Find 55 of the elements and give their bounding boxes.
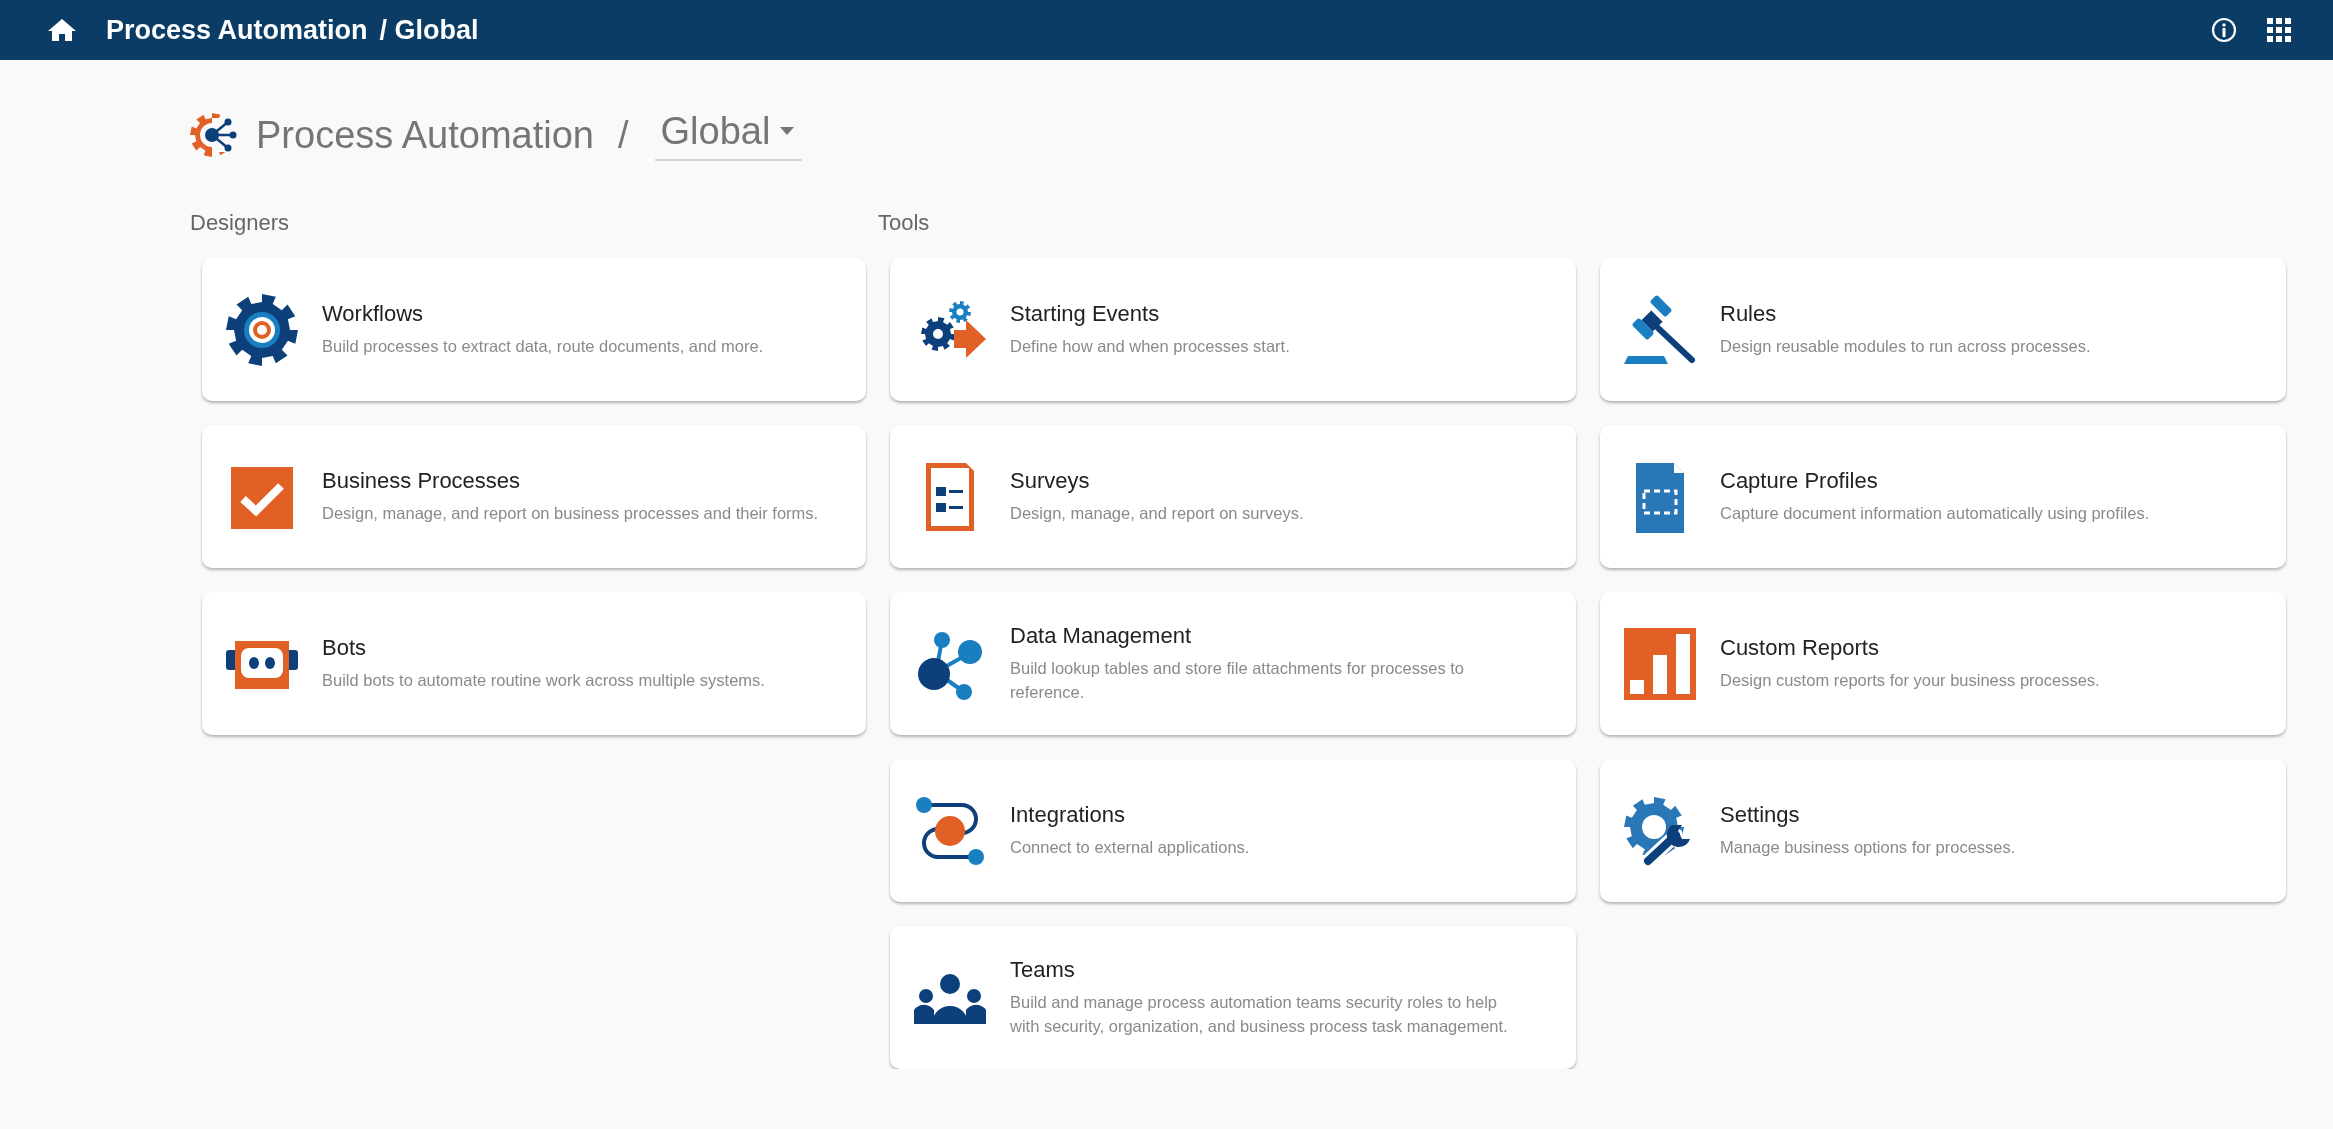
tool-card[interactable]: Teams Build and manage process automation teams security roles to help with security, organization, and business process task management. xyxy=(890,926,1576,1069)
logo-icon xyxy=(190,110,240,160)
card-title: Teams xyxy=(1010,956,1075,983)
card-title: Integrations xyxy=(1010,801,1125,828)
gavel-icon xyxy=(1624,293,1696,366)
card-title: Business Processes xyxy=(322,467,521,494)
card-title: Capture Profiles xyxy=(1720,467,1878,494)
card-description: Design reusable modules to run across processes. xyxy=(1720,335,2091,357)
tool-card[interactable]: Surveys Design, manage, and report on surveys. xyxy=(890,425,1576,568)
grid-icon xyxy=(2267,18,2291,42)
card-description: Build and manage process automation teams security roles to help with security, organization, and business process task management. xyxy=(1010,991,1509,1037)
info-icon xyxy=(2211,17,2237,43)
card-description: Define how and when processes start. xyxy=(1010,335,1290,357)
tool-card[interactable]: Custom Reports Design custom reports for your business processes. xyxy=(1600,592,2286,735)
tool-card[interactable]: Integrations Connect to external applications. xyxy=(890,759,1576,902)
card-title: Bots xyxy=(322,634,367,661)
info-button[interactable] xyxy=(2211,17,2237,43)
card-title: Starting Events xyxy=(1010,300,1160,327)
home-button[interactable] xyxy=(48,18,76,42)
app-grid-button[interactable] xyxy=(2267,18,2291,42)
tool-card[interactable]: Capture Profiles Capture document information automatically using profiles. xyxy=(1600,425,2286,568)
scope-title: / Global xyxy=(379,14,479,46)
caret-icon xyxy=(780,127,795,135)
integration-path-icon xyxy=(914,794,986,867)
card-description: Build processes to extract data, route documents, and more. xyxy=(322,335,764,357)
tool-card[interactable]: Starting Events Define how and when processes start. xyxy=(890,258,1576,401)
card-description: Build lookup tables and store file attachments for processes to reference. xyxy=(1010,657,1465,703)
card-description: Design, manage, and report on surveys. xyxy=(1010,502,1304,524)
tool-card[interactable]: Data Management Build lookup tables and store file attachments for processes to reference. xyxy=(890,592,1576,735)
card-title: Rules xyxy=(1720,300,1777,327)
breadcrumb-separator: / xyxy=(617,113,629,157)
gear-icon xyxy=(226,293,298,366)
card-title: Surveys xyxy=(1010,467,1090,494)
card-description: Capture document information automatically using profiles. xyxy=(1720,502,2150,524)
card-title: Settings xyxy=(1720,801,1800,828)
tool-card[interactable]: Business Processes Design, manage, and report on business processes and their forms. xyxy=(202,425,866,568)
card-description: Manage business options for processes. xyxy=(1720,836,2016,858)
card-description: Connect to external applications. xyxy=(1010,836,1250,858)
section-label: Tools xyxy=(878,210,930,237)
section-label: Designers xyxy=(190,210,290,237)
card-title: Custom Reports xyxy=(1720,634,1879,661)
card-description: Design custom reports for your business processes. xyxy=(1720,669,2100,691)
bar-chart-icon xyxy=(1624,627,1696,700)
app-title: Process Automation xyxy=(106,14,368,46)
home-icon xyxy=(48,18,76,42)
card-title: Data Management xyxy=(1010,622,1191,649)
card-description: Design, manage, and report on business processes and their forms. xyxy=(322,502,819,524)
tool-card[interactable]: Settings Manage business options for processes. xyxy=(1600,759,2286,902)
tool-card[interactable]: Workflows Build processes to extract data, route documents, and more. xyxy=(202,258,866,401)
tool-card[interactable]: Rules Design reusable modules to run across processes. xyxy=(1600,258,2286,401)
tool-card[interactable]: Bots Build bots to automate routine work across multiple systems. xyxy=(202,592,866,735)
page-title: Process Automation xyxy=(256,113,594,157)
card-description: Build bots to automate routine work across multiple systems. xyxy=(322,669,765,691)
card-title: Workflows xyxy=(322,300,424,327)
scope-dropdown[interactable]: Global xyxy=(654,109,803,161)
